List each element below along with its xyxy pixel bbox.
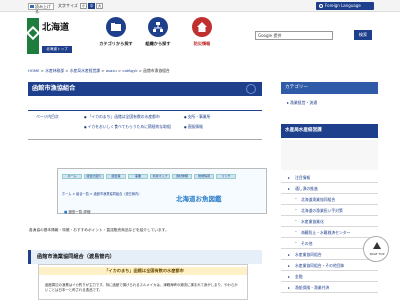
embedded-nav-tab: ホーム bbox=[62, 174, 82, 179]
breadcrumb-category[interactable]: cat6gyk bbox=[122, 68, 137, 73]
page-title-text: 函館市漁協組合 bbox=[32, 85, 76, 92]
page-top-label: PAGE TOP bbox=[369, 252, 385, 256]
foreign-language-button[interactable]: Foreign Language bbox=[316, 2, 374, 10]
breadcrumb-management-div[interactable]: 水産局水産経営課 bbox=[70, 68, 100, 73]
hokkaido-top-link[interactable]: 北海道トップ bbox=[42, 46, 72, 53]
sidebar-banner-area bbox=[281, 140, 378, 170]
nav-category-label: カテゴリから探す bbox=[99, 41, 133, 46]
breadcrumb: HOME > 水産林務部 > 水産局水産経営課 > osazu > cat6gy… bbox=[28, 68, 170, 73]
read-aloud-label: 読み上げる bbox=[35, 4, 51, 14]
toc-label: ページ内目次 bbox=[36, 114, 59, 119]
toc-item[interactable]: 支所・事業所 bbox=[184, 114, 211, 120]
font-size-control: 文字サイズ 小中大 bbox=[58, 3, 104, 9]
toc-item[interactable]: 直販情報 bbox=[184, 124, 203, 130]
nav-organization-button[interactable]: 組織から探す bbox=[138, 17, 178, 55]
embedded-brand: 北海道お魚図鑑 bbox=[176, 195, 222, 203]
font-size-label: 文字サイズ bbox=[58, 3, 78, 8]
read-aloud-button[interactable]: 読み上げる bbox=[28, 3, 54, 14]
page-title: 函館市漁協組合 bbox=[28, 82, 262, 96]
breadcrumb-osazu[interactable]: osazu bbox=[106, 68, 117, 73]
description-text: 各漁協の基本情報・特徴・おすすめポイント・直送販売商品などを紹介しています。 bbox=[29, 228, 169, 232]
nav-disaster-button[interactable]: 防災情報 bbox=[182, 17, 222, 55]
search-input[interactable]: Google 提供 bbox=[255, 31, 333, 40]
coop-info-text: 函館周辺の漁業はイカ釣りが主力です。特に函館で揚げられるスルメイカは、津軽海峡の… bbox=[45, 283, 238, 292]
embedded-breadcrumb: ホーム > 組合一覧 > 函館市漁業協同組合（渡島管内） bbox=[62, 192, 142, 196]
warning-house-icon bbox=[197, 22, 207, 32]
coop-info-heading: 「イカのまち」函館は全国有数の水産都市 bbox=[39, 267, 247, 275]
font-size-medium-button[interactable]: 中 bbox=[88, 3, 96, 9]
foreign-language-label: Foreign Language bbox=[325, 3, 361, 8]
arrow-up-icon bbox=[373, 242, 381, 249]
site-title[interactable]: 北海道 bbox=[42, 20, 69, 33]
font-size-large-button[interactable]: 大 bbox=[96, 3, 104, 9]
sidebar-item[interactable]: 漁船保険・漁業共済 bbox=[281, 282, 378, 293]
embedded-site-nav: ホーム 組合の紹介 組合員 事業 水産マップ 漁村体験 地域情報 リンク bbox=[62, 174, 236, 179]
breadcrumb-home[interactable]: HOME bbox=[28, 68, 40, 73]
toc-item[interactable]: イカをおいしく食べてもらうために積極的な取組 bbox=[84, 124, 171, 130]
sidebar-subitem[interactable]: 水産業協業化 bbox=[281, 216, 378, 227]
globe-icon bbox=[319, 4, 323, 8]
sidebar-item[interactable]: 金融 bbox=[281, 271, 378, 282]
embedded-nav-tab: 漁村体験 bbox=[172, 174, 192, 179]
nav-organization-label: 組織から探す bbox=[145, 41, 171, 46]
decorative-circle-icon bbox=[246, 84, 256, 94]
nav-disaster-label: 防災情報 bbox=[193, 41, 211, 46]
sidebar-category-item[interactable]: 漁業経営・流通 bbox=[287, 100, 317, 106]
hokkaido-logo[interactable] bbox=[25, 18, 41, 54]
sidebar-subitem[interactable]: 北海道漁業協同組合 bbox=[281, 194, 378, 205]
embedded-nav-tab: 組合員 bbox=[106, 174, 126, 179]
star-emblem-icon bbox=[25, 25, 41, 41]
coop-info-panel: 「イカのまち」函館は全国有数の水産都市 函館周辺の漁業はイカ釣りが主力です。特に… bbox=[38, 264, 248, 300]
breadcrumb-current: 函館市漁協組合 bbox=[143, 68, 170, 73]
embedded-nav-tab: 地域情報 bbox=[194, 174, 214, 179]
sidebar-subitem[interactable]: 海難防止・水難救済センター bbox=[281, 227, 378, 238]
page-toc: ページ内目次 「イカのまち」函館は全国有数の水産都市 支所・事業所 イカをおいし… bbox=[28, 110, 262, 140]
page-top-button[interactable]: PAGE TOP bbox=[363, 236, 389, 262]
sidebar-subitem[interactable]: 北海道の漁業担い手対策 bbox=[281, 205, 378, 216]
sidebar-item[interactable]: 注目情報 bbox=[281, 172, 378, 183]
nav-category-button[interactable]: カテゴリから探す bbox=[96, 17, 136, 55]
folder-icon bbox=[111, 23, 121, 31]
search-button[interactable]: 検索 bbox=[354, 30, 372, 40]
sidebar-menu: 注目情報 通し漁の推進 北海道漁業協同組合 北海道の漁業担い手対策 水産業協業化… bbox=[281, 172, 378, 293]
toc-item[interactable]: 「イカのまち」函館は全国有数の水産都市 bbox=[84, 114, 160, 120]
sidebar-item[interactable]: 水産業協同組合・その他団体 bbox=[281, 260, 378, 271]
sidebar-item[interactable]: 通し漁の推進 bbox=[281, 183, 378, 194]
embedded-site-image: ホーム 組合の紹介 組合員 事業 水産マップ 漁村体験 地域情報 リンク ホーム… bbox=[57, 168, 267, 214]
org-chart-icon bbox=[153, 22, 163, 32]
breadcrumb-fisheries-dept[interactable]: 水産林務部 bbox=[45, 68, 64, 73]
font-size-small-button[interactable]: 小 bbox=[80, 3, 88, 9]
embedded-nav-tab: 事業 bbox=[128, 174, 148, 179]
embedded-subheading: 渡島一覧 詳細 bbox=[64, 210, 90, 215]
embedded-nav-tab: 水産マップ bbox=[150, 174, 170, 179]
sidebar-category-heading: カテゴリー bbox=[281, 82, 378, 94]
utility-bar: 読み上げる 文字サイズ 小中大 Foreign Language bbox=[0, 0, 400, 14]
sidebar-section-heading[interactable]: 水産局水産経営課 bbox=[281, 124, 378, 138]
speaker-icon bbox=[30, 5, 34, 8]
embedded-nav-tab: 組合の紹介 bbox=[84, 174, 104, 179]
embedded-nav-tab: リンク bbox=[216, 174, 236, 179]
section-heading: 函館市漁業協同組合（渡島管内） bbox=[28, 250, 262, 264]
